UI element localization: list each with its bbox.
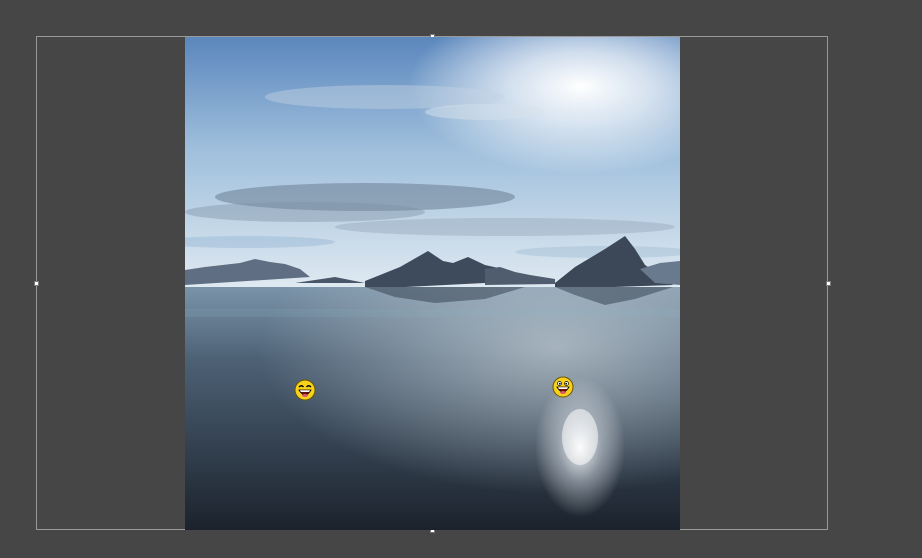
handle-middle-left[interactable] bbox=[34, 281, 39, 286]
image-layer[interactable] bbox=[185, 37, 680, 530]
editor-canvas[interactable] bbox=[0, 0, 922, 558]
laughing-face-icon[interactable] bbox=[552, 376, 574, 398]
laughing-face-icon[interactable] bbox=[294, 379, 316, 401]
seascape-image bbox=[185, 37, 680, 530]
handle-middle-right[interactable] bbox=[826, 281, 831, 286]
